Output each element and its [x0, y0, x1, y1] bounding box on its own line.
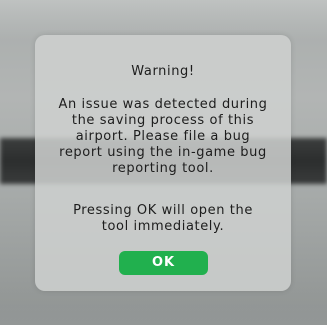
background-bottom — [0, 285, 327, 325]
ok-button[interactable]: OK — [119, 251, 208, 275]
dialog-secondary-line: tool immediately. — [101, 219, 225, 234]
background-top — [0, 0, 327, 40]
warning-dialog: Warning! An issue was detected during th… — [35, 35, 291, 291]
dialog-message-line: the saving process of this — [71, 113, 255, 128]
dialog-message-line: airport. Please file a bug — [75, 129, 251, 144]
dialog-title: Warning! — [131, 64, 195, 79]
dialog-message-line: report using the in-game bug — [59, 145, 267, 160]
dialog-secondary-message: Pressing OK will open the tool immediate… — [43, 203, 283, 235]
dialog-secondary-line: Pressing OK will open the — [73, 203, 253, 218]
dialog-message-line: An issue was detected during — [58, 97, 268, 112]
dialog-message-line: reporting tool. — [112, 161, 214, 176]
dialog-message: An issue was detected during the saving … — [43, 97, 283, 177]
